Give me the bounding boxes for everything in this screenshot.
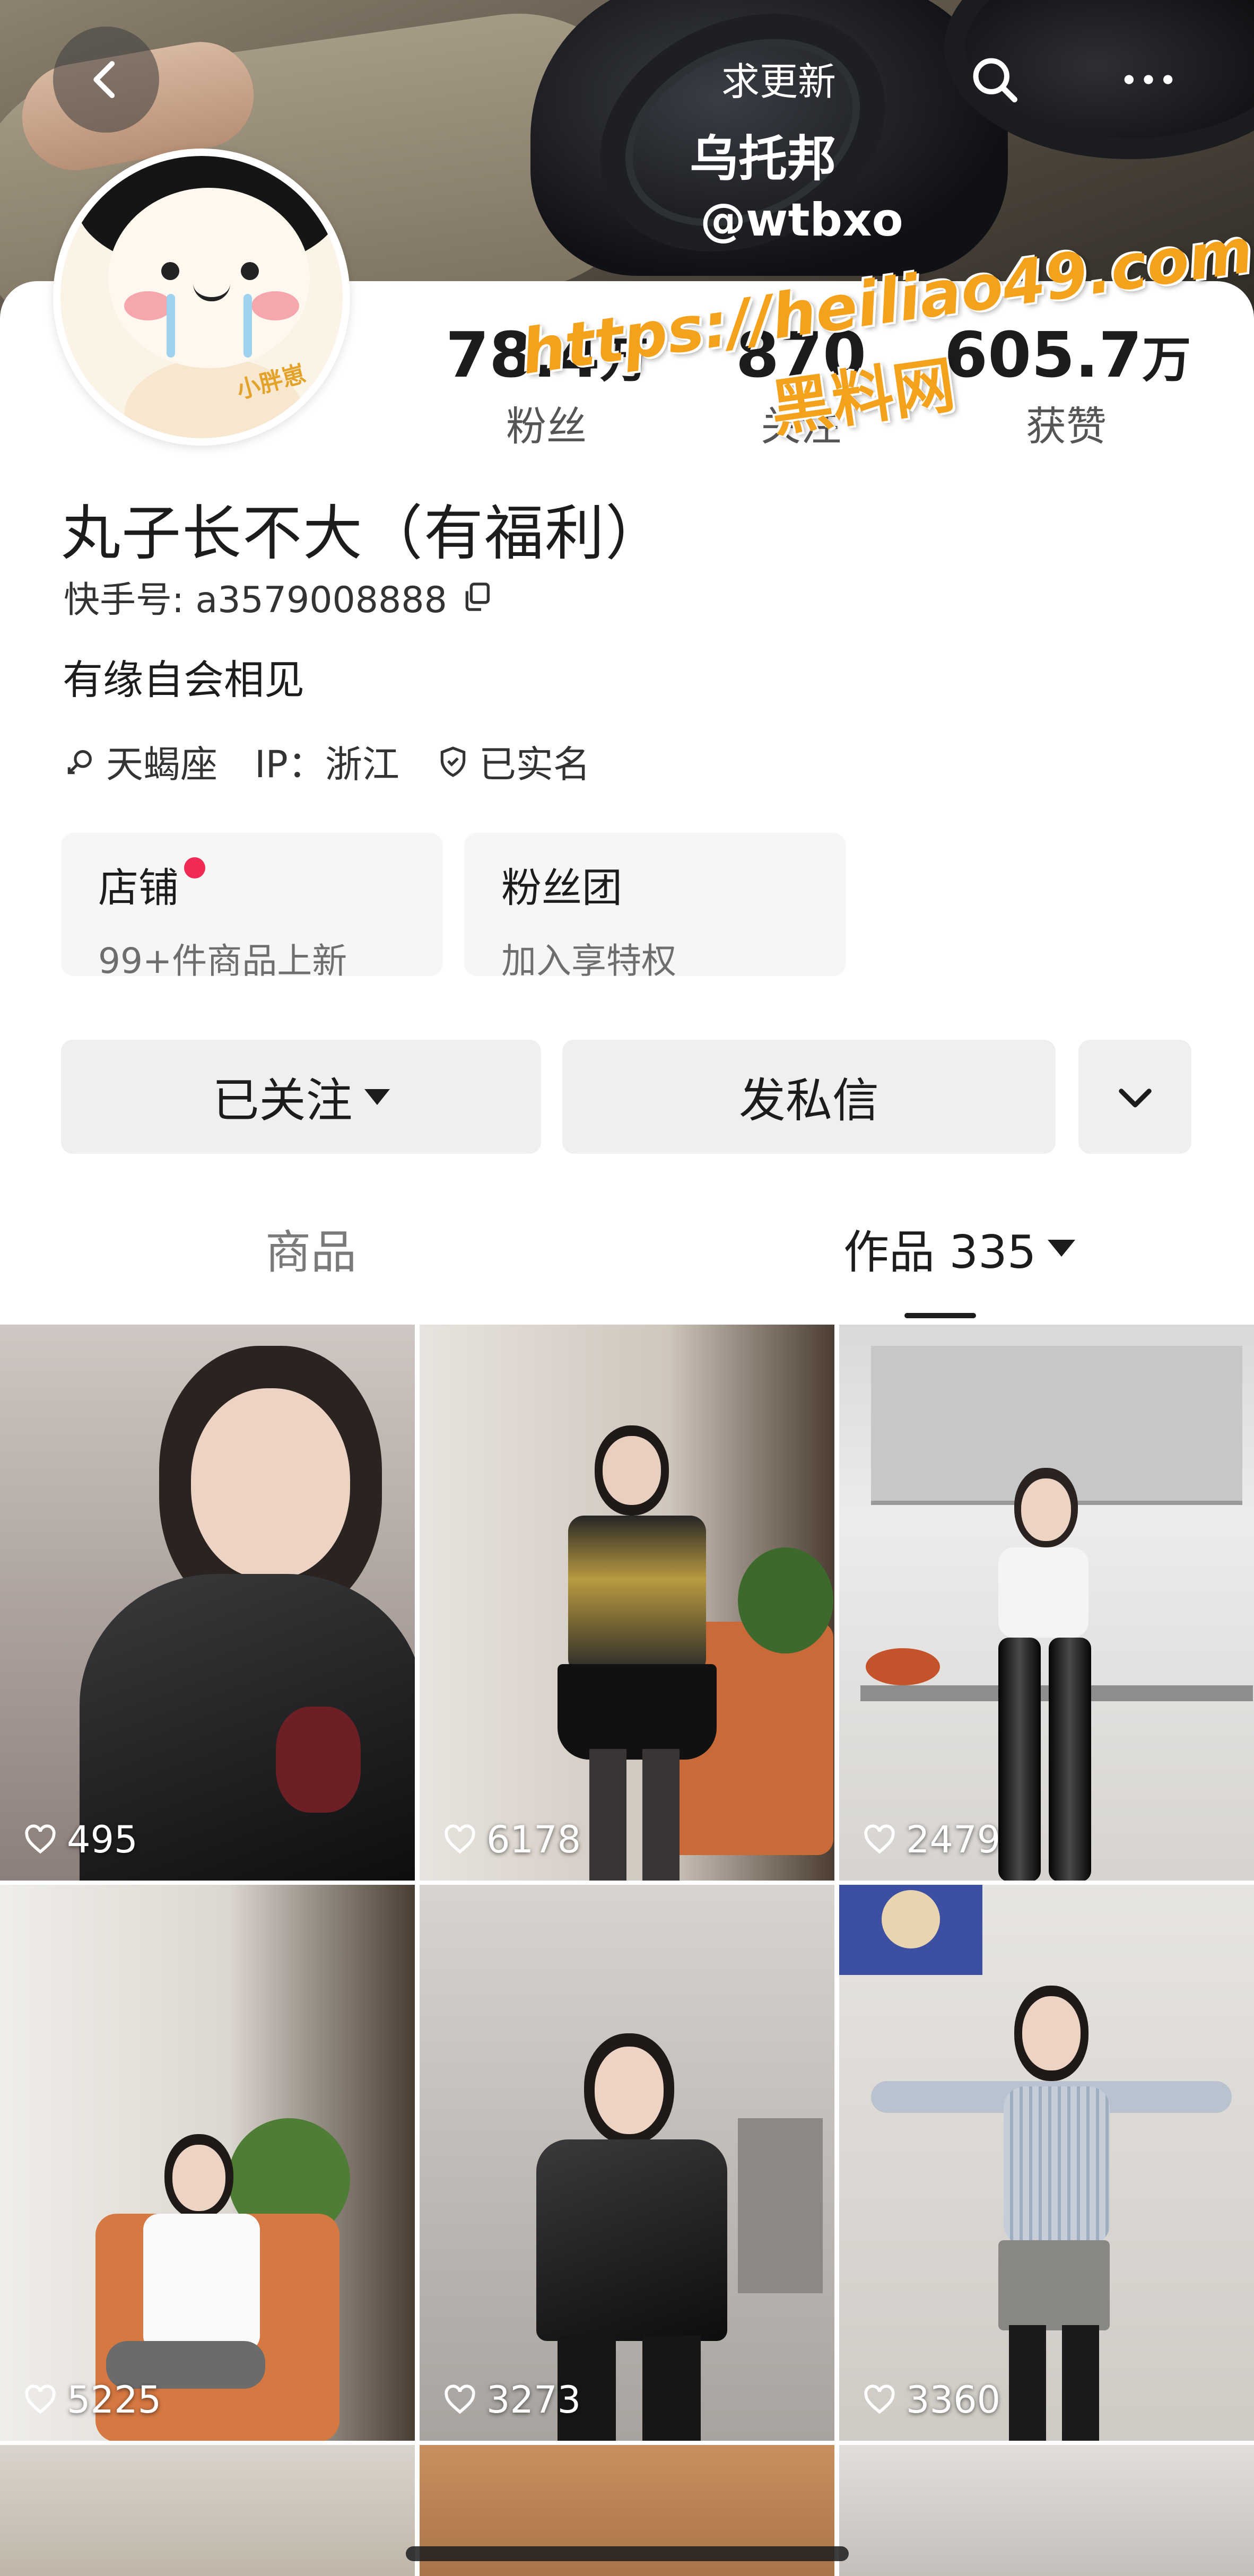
fan-club-title: 粉丝团 xyxy=(501,864,622,911)
video-likes: 5225 xyxy=(22,2378,161,2422)
search-button[interactable] xyxy=(960,45,1029,114)
more-button[interactable] xyxy=(1109,45,1188,114)
chevron-down-icon xyxy=(1118,1088,1152,1107)
video-tile[interactable]: 2479 xyxy=(839,1325,1254,1881)
tab-works-label: 作品 335 xyxy=(843,1226,1037,1279)
followed-button[interactable]: 已关注 xyxy=(61,1040,541,1154)
search-icon xyxy=(973,58,1017,102)
heart-icon xyxy=(445,1824,475,1854)
video-likes: 2479 xyxy=(861,1818,1000,1861)
verified-shield-icon xyxy=(440,746,466,777)
tab-active-indicator xyxy=(904,1313,976,1318)
avatar[interactable]: 小胖崽 xyxy=(53,149,350,446)
profile-bio: 有缘自会相见 xyxy=(63,656,304,703)
account-id-row[interactable]: 快手号: a3579008888 xyxy=(64,570,494,623)
profile-chips: 天蝎座 IP：浙江 已实名 xyxy=(64,735,590,788)
chip-ip: IP：浙江 xyxy=(255,735,399,788)
caret-down-icon xyxy=(364,1089,390,1105)
fan-club-entry[interactable]: 粉丝团 加入享特权 xyxy=(464,833,846,981)
send-message-label: 发私信 xyxy=(738,1073,879,1128)
seek-update-button[interactable]: 求更新 xyxy=(721,50,836,106)
send-message-button[interactable]: 发私信 xyxy=(562,1040,1056,1154)
video-tile[interactable] xyxy=(839,2445,1254,2576)
video-likes: 3273 xyxy=(442,2378,581,2422)
profile-nickname: 丸子长不大（有福利） xyxy=(61,499,666,568)
zodiac-icon xyxy=(67,750,92,774)
header-display-name: 乌托邦 xyxy=(690,130,837,187)
video-tile[interactable]: 3273 xyxy=(420,1885,834,2441)
video-likes-count: 3360 xyxy=(906,2378,1001,2422)
video-likes-count: 2479 xyxy=(906,1818,1001,1861)
video-tile[interactable]: 5225 xyxy=(0,1885,415,2441)
expand-more-button[interactable] xyxy=(1078,1040,1191,1154)
chip-zodiac-label: 天蝎座 xyxy=(106,743,217,786)
video-likes: 3360 xyxy=(861,2378,1000,2422)
header-handle: @wtbxo xyxy=(700,194,903,247)
back-arrow-icon xyxy=(93,61,115,98)
video-tile[interactable] xyxy=(0,2445,415,2576)
chip-zodiac: 天蝎座 xyxy=(64,735,217,788)
heart-icon xyxy=(864,1824,895,1854)
store-new-badge xyxy=(184,857,205,878)
store-subtitle: 99+件商品上新 xyxy=(98,941,347,981)
video-likes-count: 495 xyxy=(67,1818,138,1861)
video-likes-count: 5225 xyxy=(67,2378,162,2422)
video-tile[interactable]: 6178 xyxy=(420,1325,834,1881)
video-likes: 495 xyxy=(22,1818,138,1861)
tab-works[interactable]: 作品 335 xyxy=(843,1215,1076,1281)
back-button[interactable] xyxy=(53,27,159,133)
tab-products[interactable]: 商品 xyxy=(265,1215,356,1281)
copy-icon[interactable] xyxy=(460,580,494,614)
fan-club-subtitle: 加入享特权 xyxy=(501,941,676,981)
home-indicator[interactable] xyxy=(406,2546,849,2561)
heart-icon xyxy=(864,2384,895,2414)
followed-label: 已关注 xyxy=(212,1073,353,1128)
heart-icon xyxy=(25,2384,56,2414)
chip-verified: 已实名 xyxy=(437,735,590,788)
video-tile[interactable]: 495 xyxy=(0,1325,415,1881)
caret-down-icon xyxy=(1048,1239,1076,1257)
heart-icon xyxy=(25,1824,56,1854)
video-likes-count: 3273 xyxy=(486,2378,581,2422)
video-likes-count: 6178 xyxy=(486,1818,581,1861)
video-likes: 6178 xyxy=(442,1818,581,1861)
more-dots-icon xyxy=(1124,75,1173,84)
chip-ip-label: IP：浙江 xyxy=(255,743,399,786)
heart-icon xyxy=(445,2384,475,2414)
chip-verified-label: 已实名 xyxy=(478,743,590,786)
account-id-text: 快手号: a3579008888 xyxy=(64,579,447,621)
store-entry[interactable]: 店铺 99+件商品上新 xyxy=(61,833,443,981)
video-tile[interactable]: 3360 xyxy=(839,1885,1254,2441)
works-grid: 495 6178 2479 5225 3273 3360 xyxy=(0,1325,1254,2576)
store-title: 店铺 xyxy=(98,864,179,911)
